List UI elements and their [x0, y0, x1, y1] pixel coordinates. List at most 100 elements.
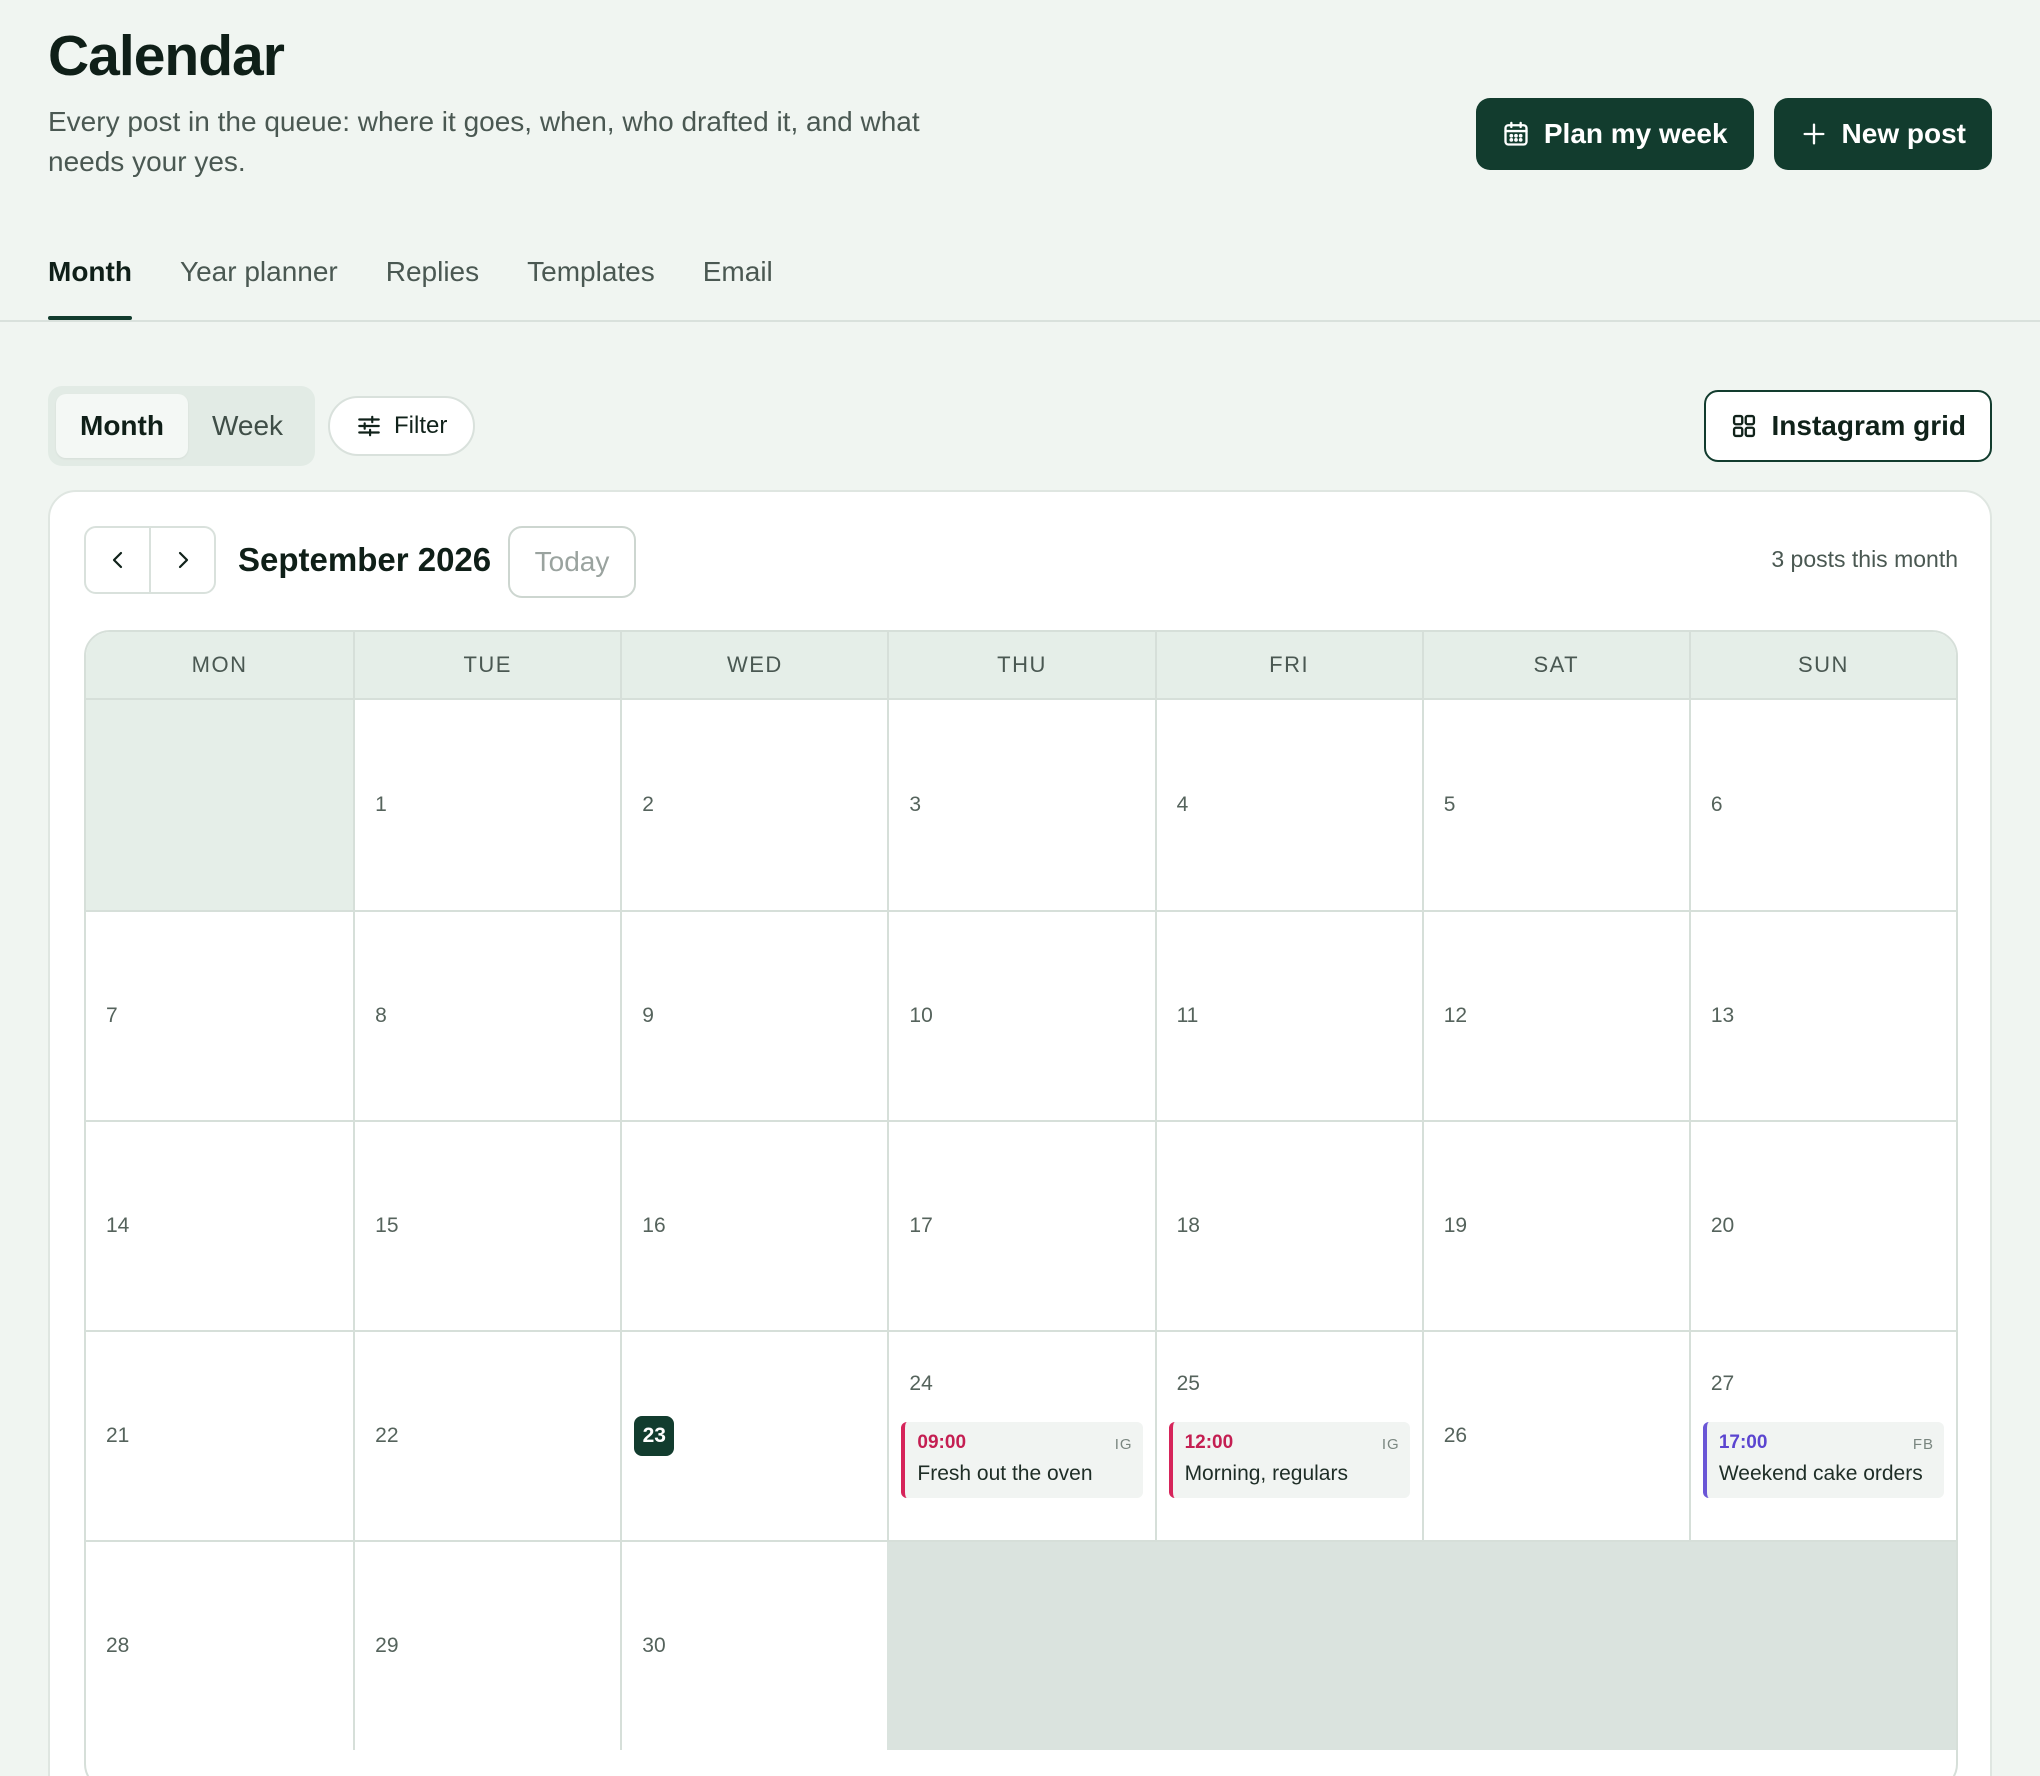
- tab-replies[interactable]: Replies: [386, 240, 479, 320]
- view-week-button[interactable]: Week: [188, 394, 307, 458]
- day-cell[interactable]: 6: [1688, 700, 1956, 910]
- day-cell[interactable]: 27 17:00 FB Weekend cake orders: [1688, 1330, 1956, 1540]
- day-number: 16: [642, 1214, 666, 1237]
- day-cell[interactable]: 1: [353, 700, 621, 910]
- view-toggle: Month Week: [48, 386, 316, 466]
- scheduled-post[interactable]: 17:00 FB Weekend cake orders: [1702, 1422, 1944, 1498]
- calendar-card: September 2026 Today 3 posts this month …: [48, 490, 1992, 1776]
- plan-my-week-button[interactable]: Plan my week: [1475, 98, 1754, 170]
- day-number: 26: [1443, 1424, 1468, 1447]
- day-cell[interactable]: 29: [353, 1540, 621, 1750]
- scheduled-post[interactable]: 09:00 IG Fresh out the oven: [901, 1422, 1143, 1498]
- day-number: 3: [909, 793, 922, 816]
- chevron-right-icon: [178, 551, 188, 569]
- instagram-grid-button[interactable]: Instagram grid: [1703, 390, 1992, 462]
- empty-day-cell: [86, 700, 354, 910]
- day-cell[interactable]: 9: [620, 910, 888, 1120]
- sliders-icon: [358, 415, 380, 437]
- weekday-label: SUN: [1688, 632, 1956, 698]
- day-number: 13: [1710, 1004, 1735, 1027]
- day-cell[interactable]: 5: [1421, 700, 1689, 910]
- day-number: 12: [1443, 1004, 1468, 1027]
- new-post-label: New post: [1841, 118, 1966, 149]
- day-number: 27: [1710, 1372, 1735, 1395]
- scheduled-post[interactable]: 12:00 IG Morning, regulars: [1168, 1422, 1410, 1498]
- day-number: 9: [642, 1004, 654, 1027]
- tab-templates[interactable]: Templates: [527, 240, 655, 320]
- post-title: Weekend cake orders: [1718, 1462, 1923, 1485]
- post-network-badge: IG: [1114, 1436, 1133, 1453]
- previous-month-button[interactable]: [86, 528, 149, 592]
- day-cell[interactable]: 13: [1688, 910, 1956, 1120]
- day-number: 6: [1710, 793, 1723, 816]
- tab-email[interactable]: Email: [703, 240, 773, 320]
- day-number: 8: [375, 1004, 387, 1027]
- post-time: 09:00: [917, 1432, 967, 1453]
- post-title: Morning, regulars: [1184, 1462, 1348, 1485]
- day-number: 22: [375, 1424, 399, 1447]
- tab-bar: Month Year planner Replies Templates Ema…: [48, 240, 773, 320]
- day-cell[interactable]: 10: [887, 910, 1155, 1120]
- view-month-button[interactable]: Month: [56, 394, 188, 458]
- day-cell[interactable]: 28: [86, 1540, 354, 1750]
- day-cell[interactable]: 14: [86, 1120, 354, 1330]
- day-cell[interactable]: 2: [620, 700, 888, 910]
- day-cell[interactable]: 22: [353, 1330, 621, 1540]
- plus-icon: [1803, 123, 1825, 145]
- day-cell[interactable]: 19: [1421, 1120, 1689, 1330]
- day-number: 11: [1176, 1004, 1199, 1027]
- next-month-empty-area: [887, 1540, 1956, 1750]
- tab-month[interactable]: Month: [48, 240, 132, 320]
- day-cell[interactable]: 23: [620, 1330, 888, 1540]
- tab-year-planner[interactable]: Year planner: [180, 240, 338, 320]
- today-button[interactable]: Today: [508, 526, 636, 598]
- day-cell[interactable]: 16: [620, 1120, 888, 1330]
- day-cell[interactable]: 4: [1154, 700, 1422, 910]
- next-month-button[interactable]: [149, 528, 214, 592]
- day-number: 28: [106, 1634, 130, 1657]
- day-cell[interactable]: 12: [1421, 910, 1689, 1120]
- page-header: Calendar Every post in the queue: where …: [48, 26, 1992, 186]
- weekday-label: FRI: [1154, 632, 1422, 698]
- posts-count: 3 posts this month: [1771, 546, 1958, 572]
- page-title: Calendar: [48, 24, 285, 88]
- day-number: 1: [375, 793, 387, 816]
- day-cell[interactable]: 8: [353, 910, 621, 1120]
- day-number: 5: [1443, 793, 1456, 816]
- day-number: 24: [909, 1372, 933, 1395]
- day-number: 21: [106, 1424, 130, 1447]
- grid-icon: [1732, 414, 1755, 438]
- day-number: 14: [106, 1214, 130, 1237]
- chevron-left-icon: [112, 551, 122, 569]
- day-number: 17: [909, 1214, 933, 1237]
- weekday-label: THU: [887, 632, 1154, 698]
- tabs-divider: [0, 320, 2040, 322]
- post-time: 17:00: [1718, 1432, 1768, 1453]
- day-cell[interactable]: 15: [353, 1120, 621, 1330]
- day-cell[interactable]: 18: [1154, 1120, 1422, 1330]
- day-cell[interactable]: 20: [1688, 1120, 1956, 1330]
- filter-button[interactable]: Filter: [328, 396, 476, 456]
- day-cell[interactable]: 17: [887, 1120, 1155, 1330]
- filter-label: Filter: [394, 412, 448, 439]
- calendar-icon: [1504, 121, 1528, 146]
- weekday-label: SAT: [1421, 632, 1689, 698]
- post-time: 12:00: [1184, 1432, 1234, 1453]
- day-cell[interactable]: 24 09:00 IG Fresh out the oven: [887, 1330, 1155, 1540]
- day-cell[interactable]: 30: [620, 1540, 888, 1750]
- day-cell[interactable]: 26: [1421, 1330, 1689, 1540]
- month-grid: MON TUE WED THU FRI SAT SUN 1 2 3 4 5 6 7 8 9 10 1…: [84, 630, 1958, 1776]
- day-number: 4: [1176, 793, 1189, 816]
- day-cell[interactable]: 3: [887, 700, 1155, 910]
- day-number: 25: [1176, 1372, 1200, 1395]
- post-title: Fresh out the oven: [917, 1462, 1093, 1485]
- weekday-label: WED: [620, 632, 887, 698]
- day-cell[interactable]: 11: [1154, 910, 1422, 1120]
- day-cell[interactable]: 7: [86, 910, 354, 1120]
- new-post-button[interactable]: New post: [1773, 98, 1992, 170]
- day-cell[interactable]: 25 12:00 IG Morning, regulars: [1154, 1330, 1422, 1540]
- calendar-toolbar: Month Week Filter Instagram grid: [48, 386, 1992, 466]
- day-number: 10: [909, 1004, 933, 1027]
- day-cell[interactable]: 21: [86, 1330, 354, 1540]
- weekday-header: MON TUE WED THU FRI SAT SUN: [86, 632, 1956, 700]
